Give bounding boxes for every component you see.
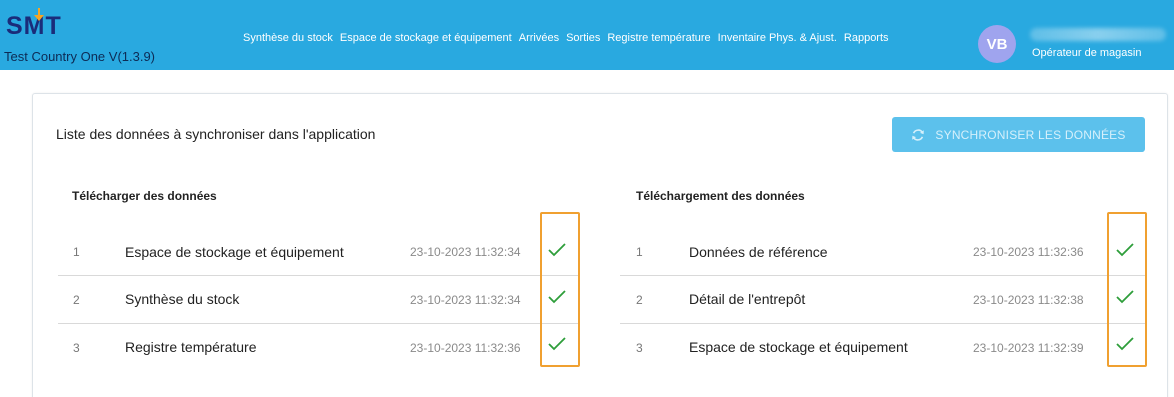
upload-row-3-index: 3 bbox=[636, 341, 643, 355]
main-nav: Synthèse du stock Espace de stockage et … bbox=[243, 32, 896, 44]
download-row-2-index: 2 bbox=[73, 293, 80, 307]
download-row-1-name: Espace de stockage et équipement bbox=[125, 244, 344, 260]
app-logo[interactable]: SMT bbox=[6, 8, 62, 42]
download-row-3-index: 3 bbox=[73, 341, 80, 355]
download-row-2-date: 23-10-2023 11:32:34 bbox=[410, 293, 521, 307]
status-highlight-box bbox=[540, 212, 580, 367]
sync-data-button[interactable]: SYNCHRONISER LES DONNÉES bbox=[892, 117, 1145, 152]
upload-row-3-name: Espace de stockage et équipement bbox=[689, 339, 908, 355]
download-row-1-date: 23-10-2023 11:32:34 bbox=[410, 245, 521, 259]
upload-row-1-date: 23-10-2023 11:32:36 bbox=[973, 245, 1084, 259]
upload-row-1-name: Données de référence bbox=[689, 244, 828, 260]
nav-arrivals[interactable]: Arrivées bbox=[519, 32, 559, 44]
nav-exits[interactable]: Sorties bbox=[566, 32, 600, 44]
sync-button-label: SYNCHRONISER LES DONNÉES bbox=[935, 127, 1126, 142]
download-row-2-name: Synthèse du stock bbox=[125, 291, 240, 307]
download-row-3-date: 23-10-2023 11:32:36 bbox=[410, 341, 521, 355]
nav-inventory-adjust[interactable]: Inventaire Phys. & Ajust. bbox=[718, 32, 837, 44]
logo-arrow-icon bbox=[34, 8, 44, 21]
nav-reports[interactable]: Rapports bbox=[844, 32, 889, 44]
upload-row-2-name: Détail de l'entrepôt bbox=[689, 291, 806, 307]
upload-row-1-index: 1 bbox=[636, 245, 643, 259]
row-divider bbox=[620, 323, 1146, 324]
row-divider bbox=[620, 275, 1146, 276]
upload-row-3-date: 23-10-2023 11:32:39 bbox=[973, 341, 1084, 355]
username-redacted bbox=[1030, 28, 1166, 41]
row-divider bbox=[58, 323, 580, 324]
download-row-1-index: 1 bbox=[73, 245, 80, 259]
user-avatar[interactable]: VB bbox=[978, 25, 1016, 63]
nav-stock-summary[interactable]: Synthèse du stock bbox=[243, 32, 333, 44]
country-version: Test Country One V(1.3.9) bbox=[4, 49, 156, 64]
download-row-3-name: Registre température bbox=[125, 339, 257, 355]
status-highlight-box bbox=[1107, 212, 1147, 367]
upload-row-2-index: 2 bbox=[636, 293, 643, 307]
user-role: Opérateur de magasin bbox=[1032, 47, 1142, 59]
sync-icon bbox=[912, 128, 925, 141]
upload-section-title: Téléchargement des données bbox=[636, 189, 805, 203]
download-section-title: Télécharger des données bbox=[72, 189, 217, 203]
row-divider bbox=[58, 275, 580, 276]
upload-row-2-date: 23-10-2023 11:32:38 bbox=[973, 293, 1084, 307]
page-title: Liste des données à synchroniser dans l'… bbox=[56, 126, 376, 142]
top-app-bar: SMT Test Country One V(1.3.9) Synthèse d… bbox=[0, 0, 1174, 70]
nav-storage-equipment[interactable]: Espace de stockage et équipement bbox=[340, 32, 512, 44]
nav-temperature-log[interactable]: Registre température bbox=[607, 32, 710, 44]
